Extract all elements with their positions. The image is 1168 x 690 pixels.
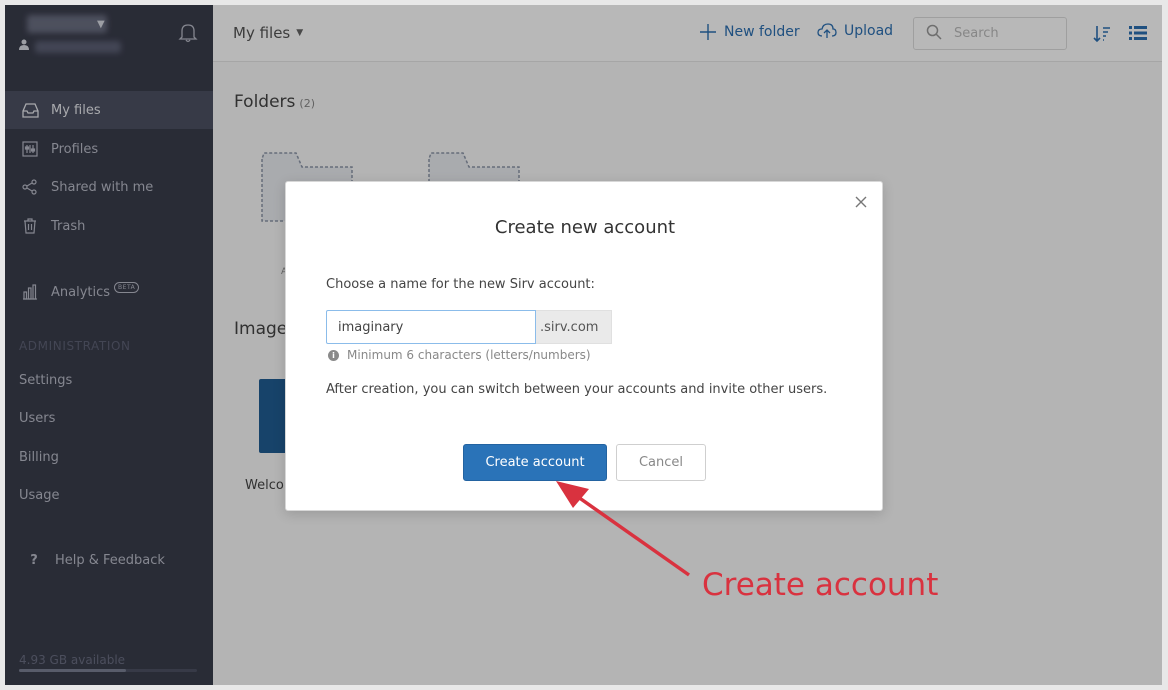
account-name-input[interactable]: [326, 310, 536, 344]
hint-text: Minimum 6 characters (letters/numbers): [347, 348, 591, 362]
input-hint: i Minimum 6 characters (letters/numbers): [328, 348, 591, 362]
dialog-note: After creation, you can switch between y…: [326, 382, 828, 397]
dialog-title: Create new account: [494, 217, 676, 238]
create-account-dialog: Create new account Choose a name for the…: [285, 181, 883, 511]
annotation-text: Create account: [702, 567, 939, 603]
account-name-label: Choose a name for the new Sirv account:: [326, 277, 595, 292]
app-window: ▼ My files Profiles Shared with me Trash…: [5, 5, 1162, 685]
domain-suffix: .sirv.com: [536, 310, 612, 344]
close-icon[interactable]: [854, 194, 868, 208]
create-account-button[interactable]: Create account: [463, 444, 607, 481]
account-name-group: .sirv.com: [326, 310, 612, 344]
cancel-button[interactable]: Cancel: [616, 444, 706, 481]
info-icon: i: [328, 349, 339, 361]
